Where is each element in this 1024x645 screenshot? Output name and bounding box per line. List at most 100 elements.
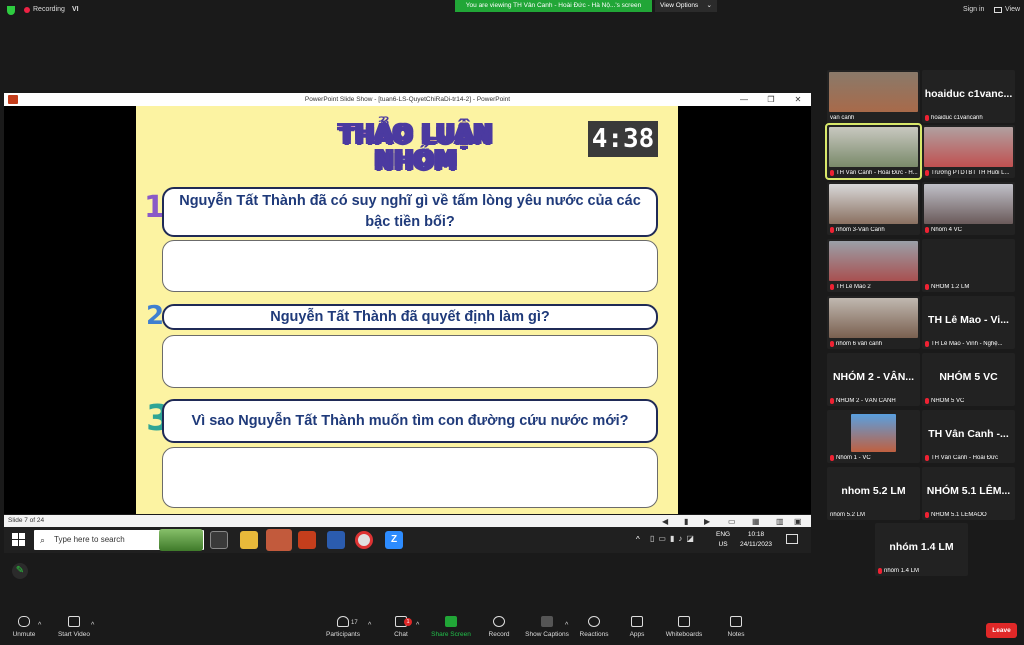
view-options-dropdown[interactable]: View Options ⌄ xyxy=(655,0,717,12)
participants-icon xyxy=(337,616,349,627)
chat-button[interactable]: Chat xyxy=(373,616,429,638)
whiteboard-icon xyxy=(678,616,690,627)
ppt-title-bar: PowerPoint Slide Show - [tuan6-LS-QuyetC… xyxy=(4,93,811,106)
slide: THẢO LUẬN NHÓM 4:38 1 Nguyễn Tất Thành đ… xyxy=(136,106,678,514)
participant-video xyxy=(851,414,896,452)
participant-label: nhóm 5.2 LM xyxy=(830,512,866,518)
countdown-timer: 4:38 xyxy=(588,121,658,157)
windows-start-icon[interactable] xyxy=(12,533,25,546)
chevron-down-icon: ⌄ xyxy=(706,2,712,9)
tray-icons[interactable]: ▯▭▮♪◪ xyxy=(650,534,710,543)
chat-badge: 1 xyxy=(404,618,412,626)
participant-name-large: NHÓM 2 - VÂN... xyxy=(832,371,915,383)
participant-tile[interactable]: TH Lê Mao 2 xyxy=(827,239,920,292)
task-view-icon[interactable] xyxy=(210,531,228,549)
record-icon xyxy=(493,616,505,627)
apps-icon xyxy=(631,616,643,627)
answer-box-3[interactable] xyxy=(162,447,658,508)
participant-tile[interactable]: nhóm 1.4 LM nhóm 1.4 LM xyxy=(875,523,968,576)
input-language[interactable]: ENG US xyxy=(716,530,730,550)
zoom-taskbar-icon[interactable]: Z xyxy=(385,531,403,549)
participant-label: NHÓM 1.2 LM xyxy=(925,284,969,290)
mic-off-icon xyxy=(925,512,929,518)
sign-in-link[interactable]: Sign in xyxy=(963,6,984,13)
security-icon[interactable] xyxy=(7,6,15,15)
participant-label: nhóm 1.4 LM xyxy=(878,568,919,574)
participant-tile[interactable]: NHÓM 2 - VÂN... NHÓM 2 - VÂN CANH xyxy=(827,353,920,406)
windows-taskbar: ⌕ Type here to search Z ^ ▯▭▮♪◪ ENG US 1… xyxy=(4,527,811,553)
participant-video xyxy=(829,184,918,224)
powerpoint-taskbar-icon[interactable] xyxy=(298,531,316,549)
participant-tile[interactable]: Nhóm 4 VC xyxy=(922,182,1015,235)
participants-button[interactable]: Participants xyxy=(315,616,371,638)
mic-off-icon xyxy=(925,115,929,121)
word-icon[interactable] xyxy=(327,531,345,549)
participant-video xyxy=(829,241,918,281)
clock[interactable]: 10:18 24/11/2023 xyxy=(740,530,772,550)
participant-name-large: TH Vân Canh -... xyxy=(928,428,1009,440)
tray-chevron-icon[interactable]: ^ xyxy=(636,535,640,544)
mic-off-icon xyxy=(830,341,834,347)
participant-tile[interactable]: nhóm 3-Vân Canh xyxy=(827,182,920,235)
restore-button[interactable]: ❐ xyxy=(760,93,782,106)
participant-name-large: nhóm 1.4 LM xyxy=(889,541,954,553)
audio-options-chevron-icon[interactable]: ^ xyxy=(38,622,41,629)
participant-tile[interactable]: NHÓM 1.2 LM xyxy=(922,239,1015,292)
video-options-chevron-icon[interactable]: ^ xyxy=(91,622,94,629)
meeting-toolbar: Unmute ^ Start Video ^ Participants 17 ^… xyxy=(0,610,1024,645)
search-icon: ⌕ xyxy=(40,535,46,545)
video-off-icon xyxy=(68,616,80,627)
question-3: Vì sao Nguyễn Tất Thành muốn tìm con đườ… xyxy=(162,399,658,443)
participant-label: TH Lê Mao - Vinh - Nghệ... xyxy=(925,341,1003,347)
participant-tile[interactable]: TH Lê Mao - Vi... TH Lê Mao - Vinh - Nghệ… xyxy=(922,296,1015,349)
participants-chevron-icon[interactable]: ^ xyxy=(368,622,371,629)
answer-box-1[interactable] xyxy=(162,240,658,292)
participant-tile[interactable]: NHÓM 5.1 LÊM... NHÓM 5.1 LÊMAOO xyxy=(922,467,1015,520)
slide-title: THẢO LUẬN NHÓM xyxy=(338,122,494,174)
mic-off-icon xyxy=(925,227,929,233)
language-indicator[interactable]: VI xyxy=(72,6,79,13)
notes-button[interactable]: Notes xyxy=(708,616,764,638)
mic-off-icon xyxy=(925,398,929,404)
slide-counter: Slide 7 of 24 xyxy=(8,517,45,524)
participant-tile[interactable]: TH Vân Canh - Hoài Đức - H... xyxy=(825,123,922,180)
view-button[interactable]: View xyxy=(994,6,1020,13)
leave-button[interactable]: Leave xyxy=(986,623,1017,638)
unmute-button[interactable]: Unmute xyxy=(0,616,52,638)
participant-label: Nhóm 1 - VC xyxy=(830,455,871,461)
participant-label: nhóm 6 vân canh xyxy=(830,341,882,347)
participant-label: TH Lê Mao 2 xyxy=(830,284,871,290)
participant-tile[interactable]: nhóm 6 vân canh xyxy=(827,296,920,349)
file-explorer-icon[interactable] xyxy=(240,531,258,549)
app-icon-active[interactable] xyxy=(266,529,292,551)
minimize-button[interactable]: — xyxy=(733,93,755,106)
participant-tile[interactable]: Nhóm 1 - VC xyxy=(827,410,920,463)
grid-icon xyxy=(994,6,1002,13)
share-screen-icon xyxy=(445,616,457,627)
chrome-icon[interactable] xyxy=(355,531,373,549)
answer-box-2[interactable] xyxy=(162,335,658,388)
participant-label: NHÓM 5.1 LÊMAOO xyxy=(925,512,987,518)
whiteboards-button[interactable]: Whiteboards xyxy=(656,616,712,638)
participant-label: Trường PTDTBT TH Huổi L... xyxy=(925,170,1010,176)
close-button[interactable]: ✕ xyxy=(787,93,809,106)
participant-tile[interactable]: NHÓM 5 VC NHÓM 5 VC xyxy=(922,353,1015,406)
participant-tile[interactable]: nhom 5.2 LM nhóm 5.2 LM xyxy=(827,467,920,520)
participant-tile[interactable]: hoaiduc c1vanc... hoaiduc c1vancanh xyxy=(922,70,1015,123)
participant-label: nhóm 3-Vân Canh xyxy=(830,227,885,233)
participant-video xyxy=(924,184,1013,224)
chat-chevron-icon[interactable]: ^ xyxy=(416,622,419,629)
mic-off-icon xyxy=(925,170,929,176)
participant-label: Nhóm 4 VC xyxy=(925,227,962,233)
participant-tile[interactable]: van canh xyxy=(827,70,920,123)
participant-tile[interactable]: TH Vân Canh -... TH Vân Canh - Hoài Đức xyxy=(922,410,1015,463)
notification-icon[interactable] xyxy=(786,534,798,544)
screen-share-banner: You are viewing TH Vân Canh - Hoài Đức -… xyxy=(455,0,652,12)
participants-count: 17 xyxy=(351,620,358,626)
participant-tile[interactable]: Trường PTDTBT TH Huổi L... xyxy=(922,125,1015,178)
question-1: Nguyễn Tất Thành đã có suy nghĩ gì về tấ… xyxy=(162,187,658,237)
annotate-pencil-icon[interactable]: ✎ xyxy=(12,563,28,579)
search-highlight-image xyxy=(159,529,203,551)
recording-indicator[interactable]: Recording xyxy=(24,6,65,13)
recording-icon xyxy=(24,6,30,13)
